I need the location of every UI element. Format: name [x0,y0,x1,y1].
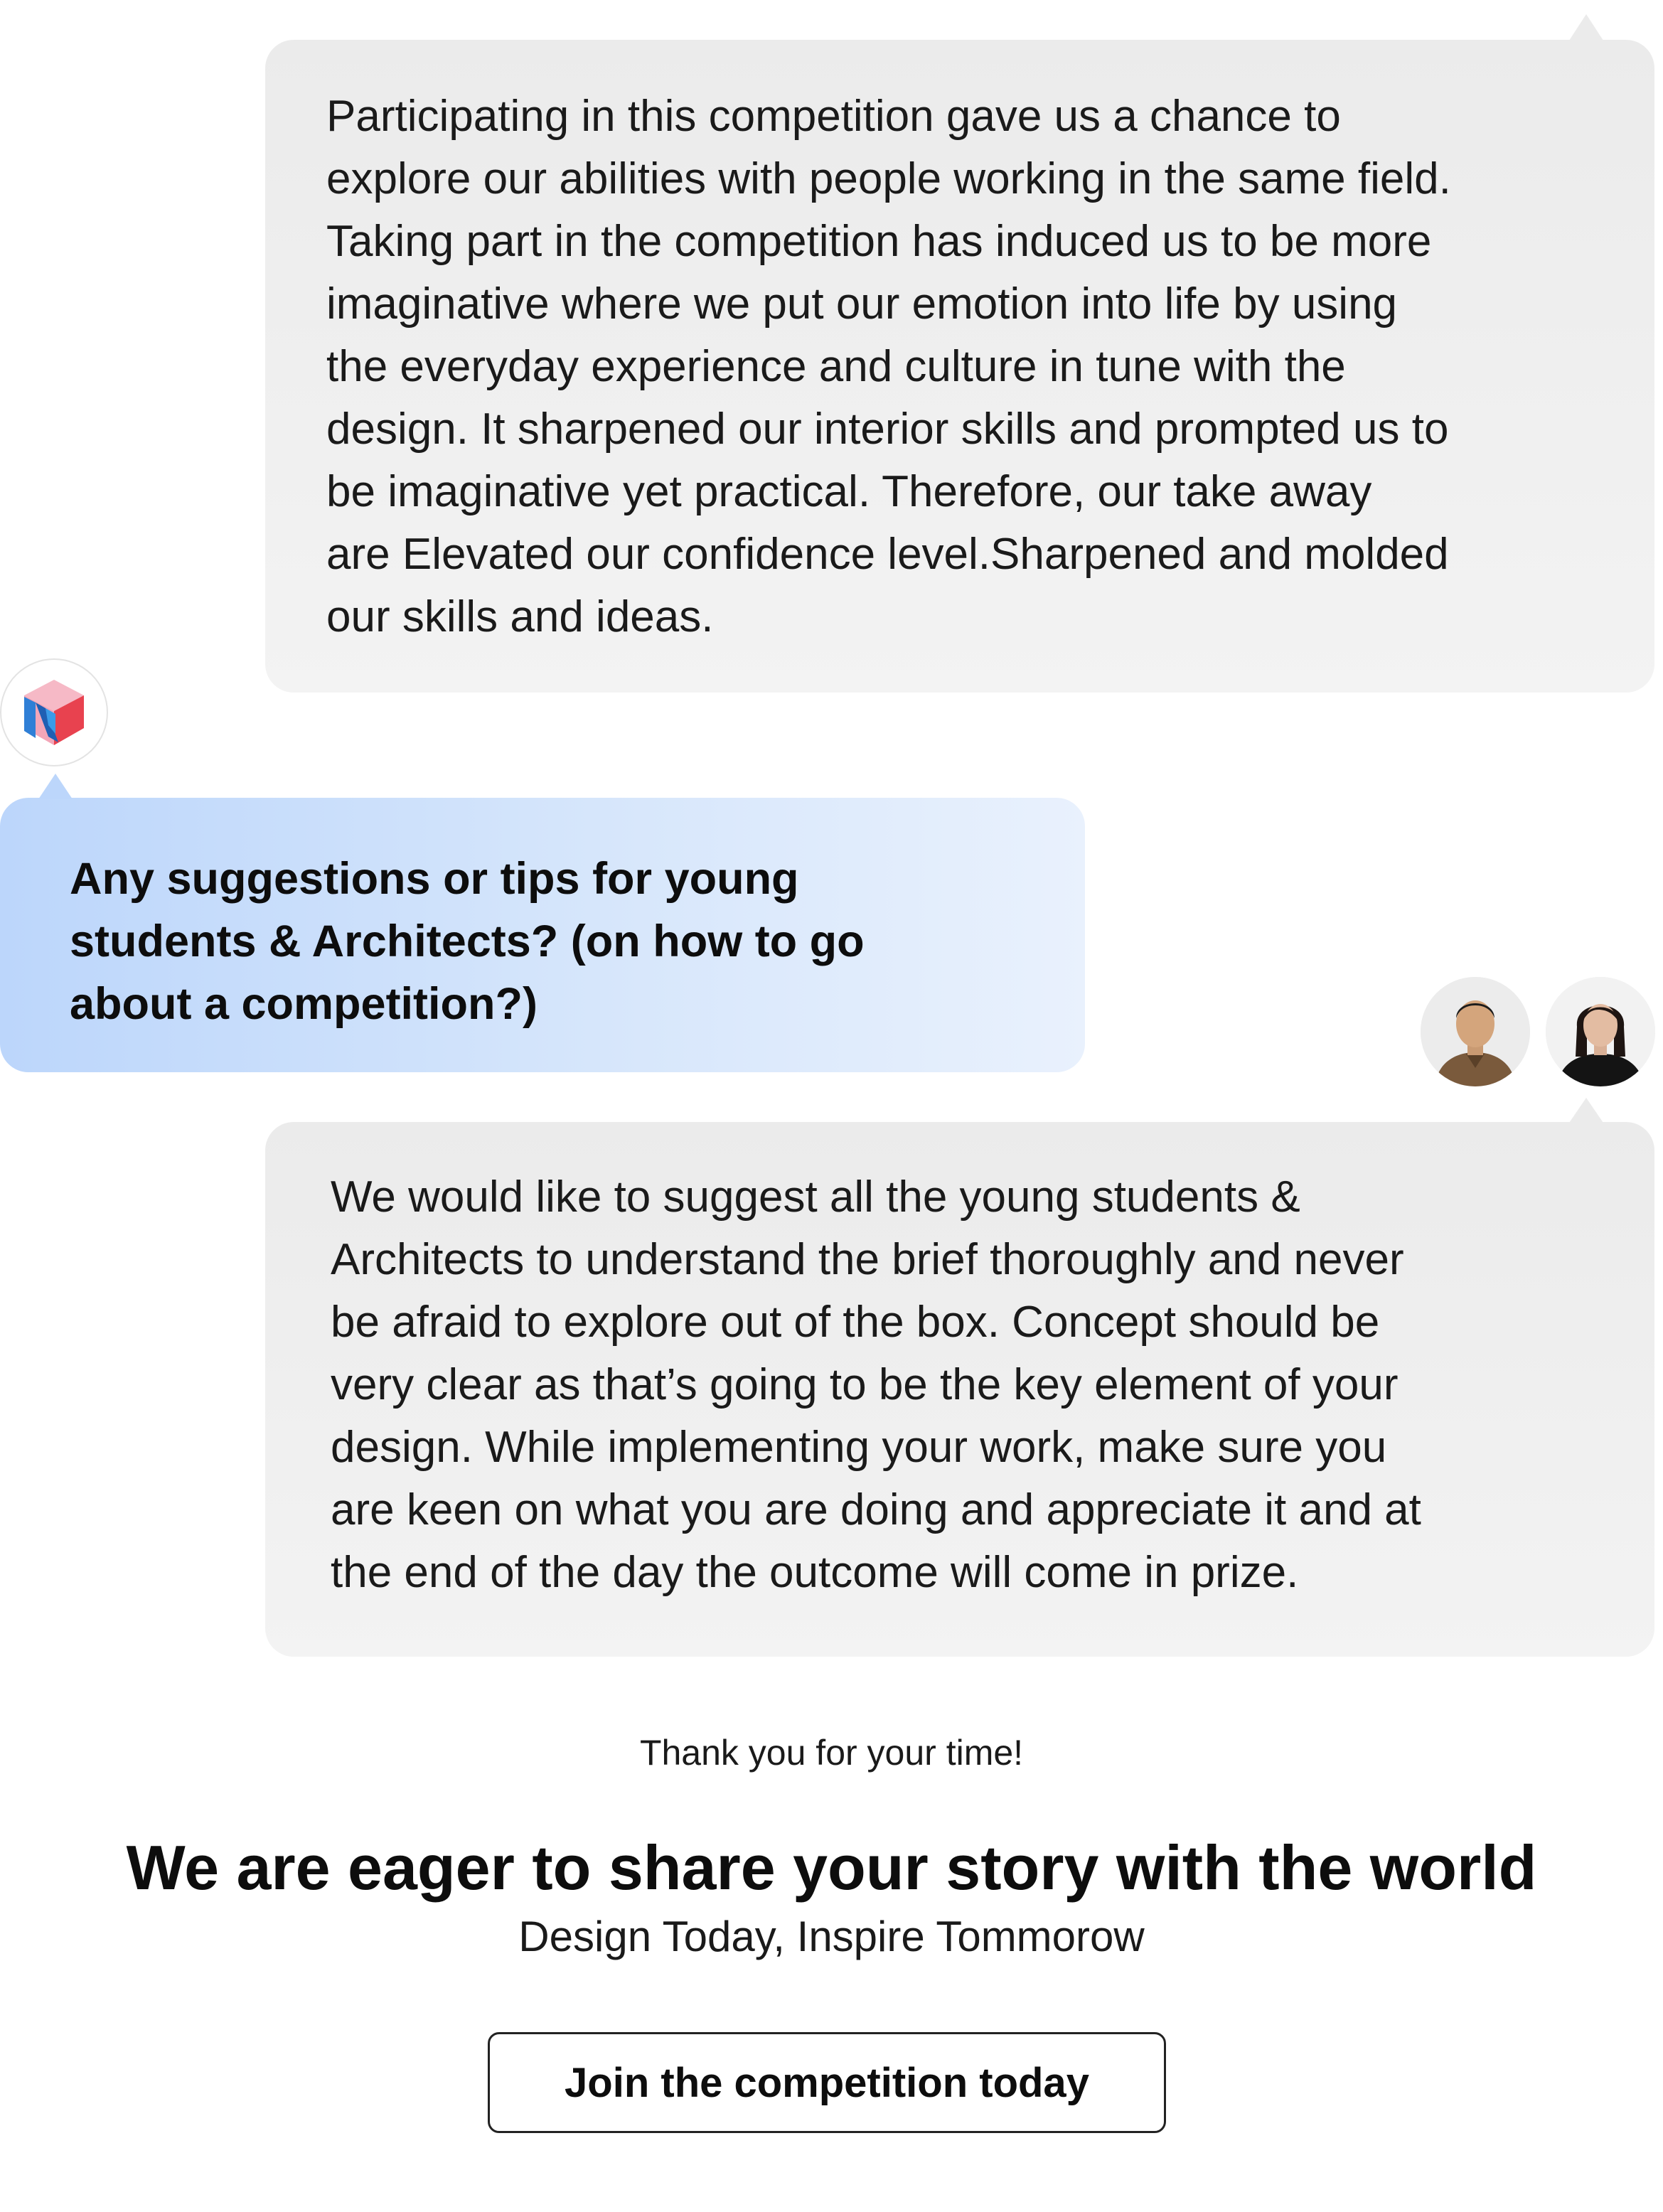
person-avatar-male-icon [1421,977,1530,1086]
thanks-text: Thank you for your time! [639,1733,1024,1773]
bubble-tail [1568,1098,1605,1125]
logo-graphic [24,680,84,745]
bubble-tail [38,774,73,799]
avatar [1421,977,1530,1086]
bubble-tail [1568,14,1605,43]
cta-heading: We are eager to share your story with th… [126,1832,1537,1903]
person-avatar-female-icon [1546,977,1655,1086]
question-bubble: Any suggestions or tips for young studen… [0,774,1085,1072]
answer-text: We would like to suggest all the young s… [331,1172,1421,1597]
avatar [1546,977,1655,1086]
answer-text: Participating in this competition gave u… [326,92,1451,641]
question-text: Any suggestions or tips for young studen… [70,854,865,1029]
brand-logo-icon [0,658,108,766]
join-competition-button[interactable]: Join the competition today [488,2032,1166,2133]
answer-bubble: We would like to suggest all the young s… [265,1098,1654,1657]
answer-bubble: Participating in this competition gave u… [265,14,1654,693]
cta-subheading: Design Today, Inspire Tommorow [518,1913,1145,1960]
